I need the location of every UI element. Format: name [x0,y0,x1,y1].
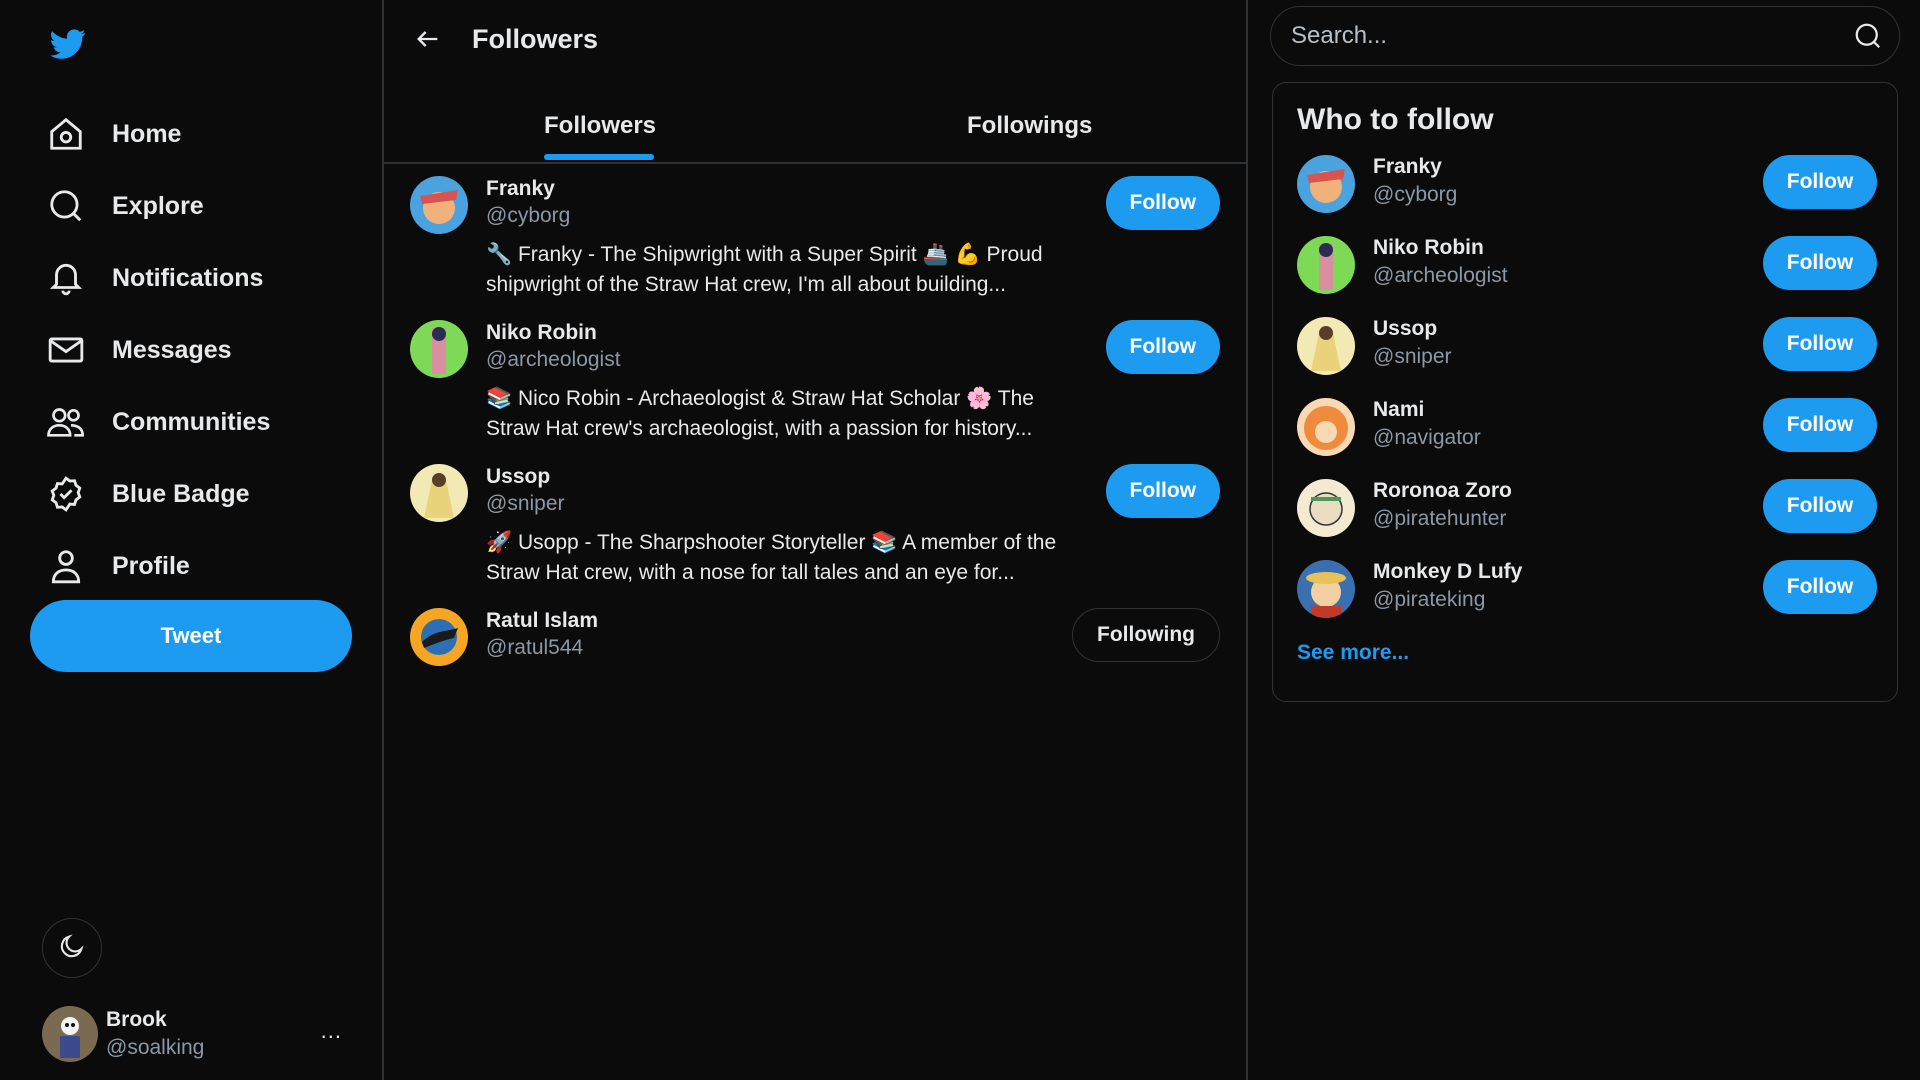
nav-item-home[interactable]: Home [46,98,270,170]
avatar [1297,479,1355,537]
tab-bar: Followers Followings [384,98,1246,164]
people-icon [46,402,86,442]
list-item[interactable]: Franky @cyborg 🔧 Franky - The Shipwright… [384,166,1246,310]
follow-button[interactable]: Follow [1763,317,1877,371]
nav-item-blue-badge[interactable]: Blue Badge [46,458,270,530]
nav-label: Home [112,119,182,148]
tab-followings[interactable]: Followings [967,112,1092,140]
suggestion-item[interactable]: Ussop @sniper Follow [1297,317,1877,377]
follow-button[interactable]: Follow [1763,236,1877,290]
avatar [1297,155,1355,213]
avatar [410,464,468,522]
who-to-follow-panel: Who to follow Franky @cyborg Follow Niko… [1272,82,1898,702]
avatar [410,320,468,378]
avatar [1297,398,1355,456]
current-user-name: Brook [106,1008,167,1031]
user-bio: 🔧 Franky - The Shipwright with a Super S… [486,243,1043,296]
follow-button[interactable]: Follow [1763,155,1877,209]
list-item[interactable]: Ratul Islam @ratul544 Following [384,598,1246,678]
theme-toggle-button[interactable] [42,918,102,978]
nav-label: Explore [112,191,204,220]
search-icon[interactable] [1853,21,1885,53]
nav-item-messages[interactable]: Messages [46,314,270,386]
follow-button[interactable]: Follow [1763,479,1877,533]
right-column: Who to follow Franky @cyborg Follow Niko… [1250,0,1920,1080]
nav-label: Profile [112,551,190,580]
user-bio: 🚀 Usopp - The Sharpshooter Storyteller 📚… [486,531,1057,584]
search-bar [1270,6,1900,66]
search-icon [46,186,86,226]
avatar [410,176,468,234]
user-bio: 📚 Nico Robin - Archaeologist & Straw Hat… [486,387,1034,440]
followers-list: Franky @cyborg 🔧 Franky - The Shipwright… [384,166,1246,678]
suggestion-item[interactable]: Roronoa Zoro @piratehunter Follow [1297,479,1877,539]
nav-label: Messages [112,335,232,364]
current-user-handle: @soalking [106,1036,205,1059]
tab-followers[interactable]: Followers [544,112,656,140]
twitter-logo-icon[interactable] [50,26,86,62]
tweet-button[interactable]: Tweet [30,600,352,672]
current-user-card[interactable]: Brook @soalking ... [42,1004,342,1064]
avatar [1297,317,1355,375]
moon-icon [58,932,86,965]
user-name: Monkey D Lufy [1373,560,1523,583]
user-handle: @navigator [1373,426,1481,449]
main-column: Followers Followers Followings Franky @c… [384,0,1248,1080]
page-title: Followers [472,23,599,54]
nav-item-explore[interactable]: Explore [46,170,270,242]
nav-item-communities[interactable]: Communities [46,386,270,458]
suggestion-item[interactable]: Niko Robin @archeologist Follow [1297,236,1877,296]
nav-item-profile[interactable]: Profile [46,530,270,602]
suggestion-item[interactable]: Franky @cyborg Follow [1297,155,1877,215]
user-handle: @sniper [1373,345,1452,368]
follow-button[interactable]: Follow [1763,398,1877,452]
avatar [1297,560,1355,618]
follow-button[interactable]: Follow [1105,320,1220,374]
mail-icon [46,330,86,370]
follow-button[interactable]: Follow [1105,176,1220,230]
nav-item-notifications[interactable]: Notifications [46,242,270,314]
following-button[interactable]: Following [1072,608,1220,662]
search-input[interactable] [1291,22,1811,50]
home-icon [46,114,86,154]
user-name: Ussop [1373,317,1438,340]
suggestion-item[interactable]: Monkey D Lufy @pirateking Follow [1297,560,1877,620]
nav-label: Communities [112,407,271,436]
user-icon [46,546,86,586]
user-name: Franky [1373,155,1442,178]
avatar [42,1006,98,1062]
user-name: Niko Robin [1373,236,1484,259]
user-name: Roronoa Zoro [1373,479,1512,502]
user-handle: @pirateking [1373,588,1486,611]
main-nav: Home Explore Notifications Messages Comm… [46,98,270,602]
nav-label: Notifications [112,263,264,292]
sidebar: Home Explore Notifications Messages Comm… [0,0,384,1080]
follow-button[interactable]: Follow [1763,560,1877,614]
list-item[interactable]: Niko Robin @archeologist 📚 Nico Robin - … [384,310,1246,454]
bell-icon [46,258,86,298]
user-handle: @archeologist [1373,264,1508,287]
user-handle: @cyborg [1373,183,1458,206]
follow-button[interactable]: Follow [1105,464,1220,518]
user-handle: @piratehunter [1373,507,1507,530]
list-item[interactable]: Ussop @sniper 🚀 Usopp - The Sharpshooter… [384,454,1246,598]
user-name: Nami [1373,398,1425,421]
more-options-icon[interactable]: ... [321,1018,342,1044]
page-header: Followers [384,0,1246,78]
avatar [410,608,468,666]
suggestion-item[interactable]: Nami @navigator Follow [1297,398,1877,458]
nav-label: Blue Badge [112,479,250,508]
active-tab-indicator [544,154,654,160]
see-more-link[interactable]: See more... [1297,641,1409,665]
badge-check-icon [46,474,86,514]
panel-title: Who to follow [1297,103,1494,136]
back-arrow-icon[interactable] [410,21,446,57]
avatar [1297,236,1355,294]
